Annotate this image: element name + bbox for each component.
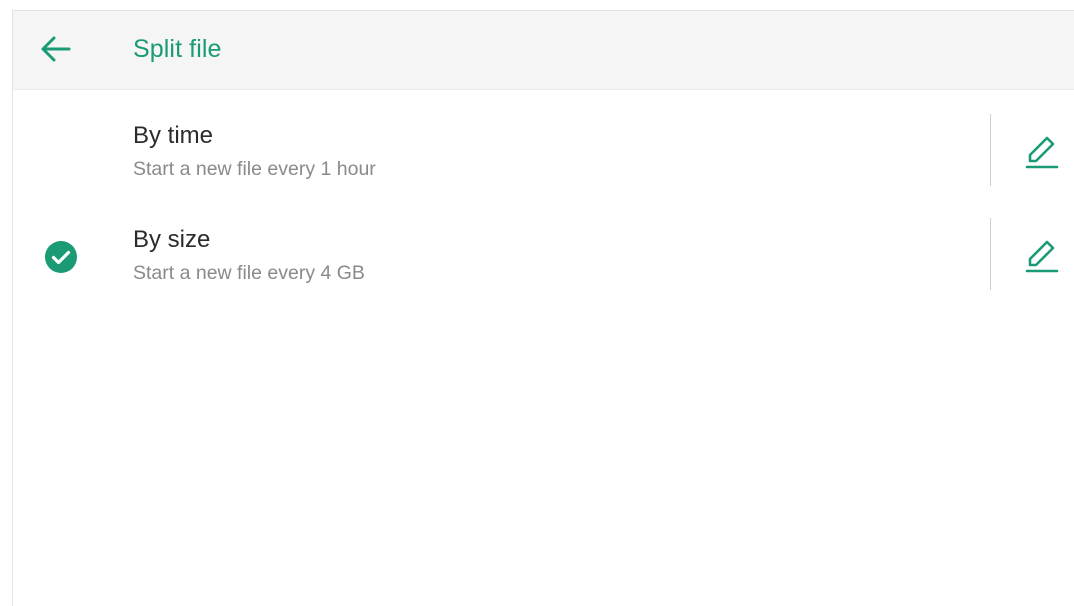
divider [990,114,991,186]
divider [990,218,991,290]
arrow-left-icon [41,36,71,62]
pencil-icon [1025,240,1059,273]
back-button[interactable] [35,29,75,69]
edit-button-by-time[interactable] [1021,130,1063,172]
check-circle-icon [45,241,77,273]
option-by-size[interactable]: By size Start a new file every 4 GB [13,218,1074,298]
option-subtitle: Start a new file every 1 hour [133,158,376,180]
app-bar: Split file [13,11,1074,90]
option-subtitle: Start a new file every 4 GB [133,262,365,284]
option-title: By size [133,226,211,253]
option-title: By time [133,122,214,149]
page-title: Split file [133,35,222,63]
split-file-screen: Split file By time Start a new file ever… [12,10,1074,606]
option-by-time[interactable]: By time Start a new file every 1 hour [13,114,1074,194]
edit-button-by-size[interactable] [1021,234,1063,276]
selected-indicator [44,240,78,274]
pencil-icon [1025,136,1059,169]
